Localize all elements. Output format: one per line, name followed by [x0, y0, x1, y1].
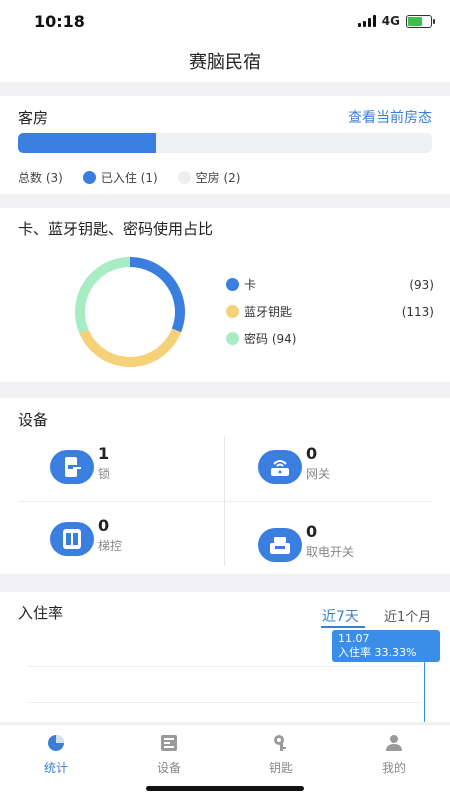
battery-icon [406, 14, 435, 28]
donut-slice-0 [130, 257, 185, 333]
legend-bluetooth-key-value: (113) [401, 304, 434, 319]
devices-title: 设备 [18, 411, 49, 429]
chart-cursor-line [424, 662, 425, 722]
rooms-title: 客房 [18, 109, 49, 127]
device-icon [159, 733, 179, 753]
legend-password-dot [226, 332, 239, 345]
home-indicator [146, 786, 304, 791]
legend-bluetooth-key: 蓝牙钥匙 (113) [226, 303, 442, 320]
donut-slice-2 [75, 257, 130, 334]
room-vacant: 空房 (2) [177, 169, 241, 186]
tab-devices-label: 设备 [156, 761, 181, 775]
tab-statistics[interactable]: 统计 [26, 733, 86, 776]
chart-grid-line [28, 666, 422, 667]
range-tab-indicator [321, 626, 365, 628]
vacant-dot [177, 171, 191, 184]
legend-card-dot [226, 278, 239, 291]
tab-keys[interactable]: 钥匙 [251, 733, 311, 776]
occupied-dot [82, 171, 96, 184]
chart-grid-line [28, 702, 422, 703]
tooltip-date: 11.07 [338, 632, 370, 645]
device-lock[interactable]: 1 锁 [50, 444, 111, 484]
elevator-icon [50, 522, 94, 556]
lock-icon [50, 450, 94, 484]
elevator-label: 梯控 [98, 539, 123, 553]
gateway-icon [258, 450, 302, 484]
occupancy-card: 入住率 近7天 近1个月 11.07 入住率 33.33% [0, 592, 450, 722]
occupancy-progress [18, 133, 432, 153]
user-icon [384, 733, 404, 753]
power-switch-count: 0 [306, 522, 318, 541]
status-indicators: 4G [357, 14, 435, 28]
occupancy-progress-fill [18, 133, 156, 153]
nav-bar: 赛脑民宿 [0, 44, 450, 82]
legend-bluetooth-key-label: 蓝牙钥匙 [244, 305, 293, 319]
legend-bluetooth-key-dot [226, 305, 239, 318]
donut-slice-1 [79, 328, 182, 367]
page-title: 赛脑民宿 [189, 52, 261, 73]
room-occupied-label: 已入住 (1) [100, 171, 158, 185]
usage-donut-chart [75, 257, 185, 367]
rooms-card: 客房 查看当前房态 总数 (3) 已入住 (1) 空房 (2) [0, 96, 450, 194]
room-legend: 总数 (3) 已入住 (1) 空房 (2) [18, 169, 260, 186]
range-tab-7-days[interactable]: 近7天 [322, 606, 359, 626]
tab-mine-label: 我的 [381, 761, 406, 775]
signal-icon [357, 15, 376, 27]
legend-card: 卡 (93) [226, 276, 442, 293]
gateway-label: 网关 [306, 467, 331, 481]
legend-password-label: 密码 (94) [244, 332, 297, 346]
room-total: 总数 (3) [18, 169, 63, 186]
legend-password: 密码 (94) [226, 330, 442, 347]
power-switch-icon [258, 528, 302, 562]
key-icon [271, 733, 291, 753]
device-power-switch[interactable]: 0 取电开关 [258, 522, 355, 562]
room-occupied: 已入住 (1) [82, 169, 158, 186]
tab-mine[interactable]: 我的 [364, 733, 424, 776]
tab-statistics-label: 统计 [43, 761, 68, 775]
room-vacant-label: 空房 (2) [195, 171, 241, 185]
usage-ratio-card: 卡、蓝牙钥匙、密码使用占比 卡 (93) 蓝牙钥匙 (113) 密码 (94) [0, 208, 450, 382]
view-room-status-link[interactable]: 查看当前房态 [348, 107, 432, 127]
device-elevator[interactable]: 0 梯控 [50, 516, 123, 556]
device-gateway[interactable]: 0 网关 [258, 444, 331, 484]
range-tab-1-month[interactable]: 近1个月 [384, 606, 431, 625]
tooltip-value: 入住率 33.33% [338, 646, 417, 659]
legend-card-value: (93) [409, 277, 434, 292]
lock-label: 锁 [98, 467, 111, 481]
power-switch-label: 取电开关 [306, 545, 355, 559]
lock-count: 1 [98, 444, 110, 463]
usage-ratio-title: 卡、蓝牙钥匙、密码使用占比 [18, 220, 214, 238]
room-total-label: 总数 (3) [18, 171, 63, 185]
status-bar: 10:18 4G [0, 0, 450, 44]
network-label: 4G [381, 14, 400, 28]
devices-h-divider [18, 501, 432, 502]
occupancy-tooltip: 11.07 入住率 33.33% [332, 630, 440, 662]
occupancy-title: 入住率 [18, 604, 64, 622]
elevator-count: 0 [98, 516, 110, 535]
gateway-count: 0 [306, 444, 318, 463]
tab-keys-label: 钥匙 [268, 761, 293, 775]
pie-chart-icon [46, 733, 66, 753]
legend-card-label: 卡 [244, 278, 257, 292]
tab-devices[interactable]: 设备 [139, 733, 199, 776]
devices-card: 设备 1 锁 0 网关 0 梯控 0 取电开关 [0, 398, 450, 574]
status-time: 10:18 [34, 12, 85, 31]
